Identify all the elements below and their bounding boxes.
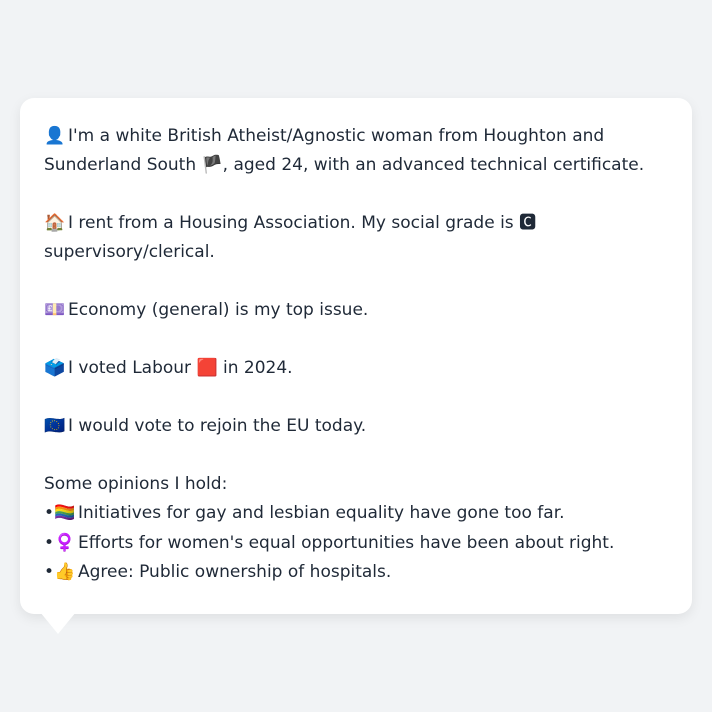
list-item: •👍 Agree: Public ownership of hospitals. (44, 558, 668, 588)
housing-text: I rent from a Housing Association. My so… (44, 213, 537, 262)
person-icon: 👤 (44, 126, 66, 146)
issue-paragraph: 💷 Economy (general) is my top issue. (44, 296, 668, 325)
opinions-heading: Some opinions I hold: (44, 474, 228, 494)
thumbs-up-icon: 👍 (54, 562, 76, 582)
opinion-text: Agree: Public ownership of hospitals. (78, 562, 392, 582)
list-item: •♀️ Efforts for women's equal opportuniti… (44, 529, 668, 559)
vote-text: I voted Labour 🟥 in 2024. (68, 358, 293, 378)
eu-paragraph: 🇪🇺 I would vote to rejoin the EU today. (44, 412, 668, 441)
money-icon: 💷 (44, 300, 66, 320)
issue-text: Economy (general) is my top issue. (68, 300, 369, 320)
opinion-text: Efforts for women's equal opportunities … (78, 532, 615, 553)
rainbow-flag-icon: 🏳️‍🌈 (54, 503, 76, 523)
bullet-mark: • (44, 562, 55, 582)
persona-message-bubble: 👤 I'm a white British Atheist/Agnostic wo… (20, 98, 692, 614)
bullet-mark: • (44, 503, 55, 523)
eu-text: I would vote to rejoin the EU today. (68, 416, 367, 436)
intro-paragraph: 👤 I'm a white British Atheist/Agnostic wo… (44, 122, 668, 180)
opinions-section: Some opinions I hold: •🏳️‍🌈 Initiatives f… (44, 470, 668, 588)
intro-text: I'm a white British Atheist/Agnostic wom… (44, 126, 645, 175)
eu-flag-icon: 🇪🇺 (44, 416, 66, 436)
ballot-box-icon: 🗳️ (44, 358, 66, 378)
vote-paragraph: 🗳️ I voted Labour 🟥 in 2024. (44, 354, 668, 383)
list-item: •🏳️‍🌈 Initiatives for gay and lesbian equ… (44, 499, 668, 529)
housing-paragraph: 🏠 I rent from a Housing Association. My s… (44, 209, 668, 267)
bubble-tail (40, 612, 76, 634)
female-sign-icon: ♀️ (54, 532, 76, 553)
bullet-mark: • (44, 532, 55, 553)
opinion-text: Initiatives for gay and lesbian equality… (78, 503, 565, 523)
house-icon: 🏠 (44, 213, 66, 233)
